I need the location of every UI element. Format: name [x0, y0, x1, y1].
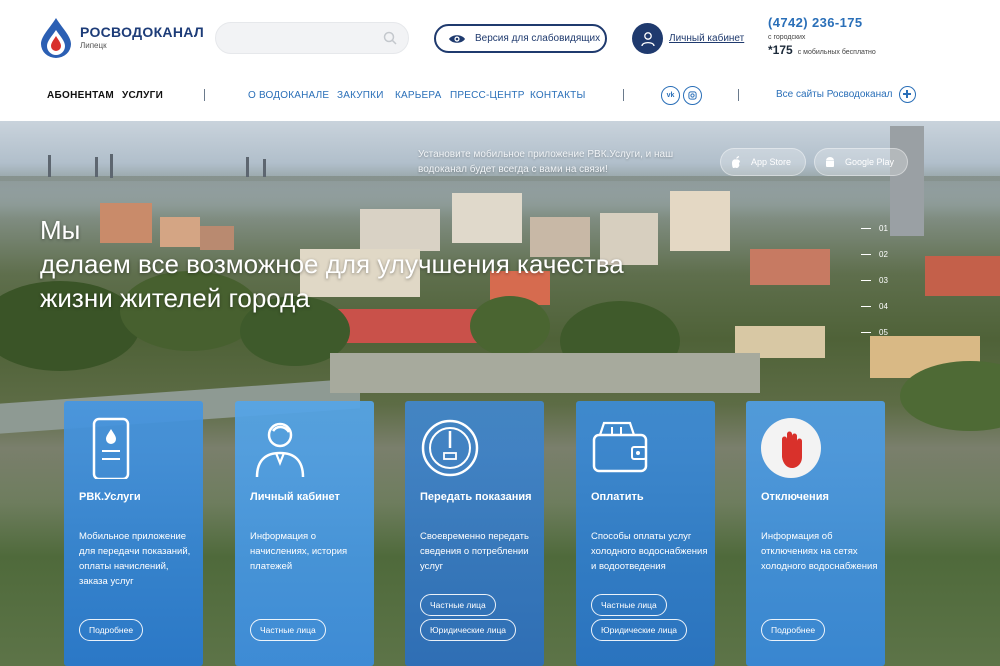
app-store-label: App Store [751, 157, 792, 167]
hero-headline: Мы делаем все возможное для улучшения ка… [40, 213, 624, 315]
building [670, 191, 730, 251]
nav-divider [204, 89, 205, 101]
google-play-button[interactable]: Google Play [814, 148, 908, 176]
app-promo-text: Установите мобильное приложение РВК.Услу… [418, 149, 674, 175]
card-outages[interactable]: Отключения Информация об отключениях на … [746, 401, 885, 666]
nav-divider [623, 89, 624, 101]
card-description: Мобильное приложение для передачи показа… [79, 531, 191, 587]
instagram-icon[interactable] [683, 86, 702, 105]
wallet-icon [592, 421, 648, 473]
nav-services[interactable]: УСЛУГИ [122, 90, 163, 101]
slide-dot[interactable]: 02 [861, 250, 888, 259]
search-icon[interactable] [383, 31, 397, 45]
details-button[interactable]: Подробнее [79, 619, 144, 641]
card-description: Своевременно передать сведения о потребл… [420, 531, 529, 572]
slide-dot[interactable]: 04 [861, 302, 888, 311]
personal-account-link[interactable]: Личный кабинет [632, 23, 744, 54]
nav-press-center[interactable]: ПРЕСС-ЦЕНТР [450, 90, 525, 101]
water-drop-logo-icon [41, 18, 71, 58]
short-number[interactable]: *175 [768, 43, 793, 57]
building [750, 249, 830, 285]
card-pay[interactable]: Оплатить Способы оплаты услуг холодного … [576, 401, 715, 666]
vk-icon[interactable]: vk [661, 86, 680, 105]
legal-entities-button[interactable]: Юридические лица [591, 619, 688, 641]
chimney [95, 157, 98, 177]
all-sites-label: Все сайты Росводоканал [776, 89, 893, 100]
card-title: РВК.Услуги [79, 491, 141, 503]
card-title: Отключения [761, 491, 829, 503]
personal-account-label: Личный кабинет [669, 33, 745, 44]
mobile-app-icon [92, 417, 130, 479]
slide-dot[interactable]: 03 [861, 276, 888, 285]
card-rvk-services[interactable]: РВК.Услуги Мобильное приложение для пере… [64, 401, 203, 666]
card-description: Информация об отключениях на сетях холод… [761, 531, 878, 572]
card-personal-account[interactable]: Личный кабинет Информация о начислениях,… [235, 401, 374, 666]
nav-about[interactable]: О ВОДОКАНАЛЕ [248, 90, 329, 101]
brand-name: РОСВОДОКАНАЛ [80, 24, 204, 40]
phone-number[interactable]: (4742) 236-175 [768, 15, 928, 30]
nav-subscribers[interactable]: АБОНЕНТАМ [47, 90, 114, 101]
all-sites-link[interactable]: Все сайты Росводоканал [776, 86, 916, 103]
search-input[interactable] [216, 23, 376, 53]
search-box [215, 22, 409, 54]
card-title: Передать показания [420, 491, 532, 503]
app-store-button[interactable]: App Store [720, 148, 806, 176]
android-icon [826, 157, 834, 167]
card-description: Информация о начислениях, история платеж… [250, 531, 348, 572]
slide-dot[interactable]: 05 [861, 328, 888, 337]
apple-icon [732, 156, 740, 168]
individuals-button[interactable]: Частные лица [420, 594, 496, 616]
phone-note: с городских [768, 34, 806, 41]
card-submit-readings[interactable]: Передать показания Своевременно передать… [405, 401, 544, 666]
building [890, 126, 924, 236]
chimney [48, 155, 51, 177]
chimney [263, 159, 266, 177]
card-description: Способы оплаты услуг холодного водоснабж… [591, 531, 708, 572]
chimney [110, 154, 113, 178]
main-navigation: АБОНЕНТАМ УСЛУГИ О ВОДОКАНАЛЕ ЗАКУПКИ КА… [0, 86, 1000, 108]
slide-dot[interactable]: 01 [861, 224, 888, 233]
short-number-note: с мобильных бесплатно [797, 49, 876, 56]
nav-divider [738, 89, 739, 101]
logo[interactable]: РОСВОДОКАНАЛ Липецк [38, 14, 208, 60]
accessibility-label: Версия для слабовидящих [475, 33, 601, 44]
brand-city: Липецк [80, 41, 107, 50]
user-avatar-icon [632, 23, 663, 54]
nav-purchases[interactable]: ЗАКУПКИ [337, 90, 384, 101]
contact-phones: (4742) 236-175 с городских *175 с мобиль… [768, 15, 928, 57]
square [330, 353, 760, 393]
building [925, 256, 1000, 296]
stop-hand-icon [761, 418, 821, 478]
plus-icon [898, 86, 916, 103]
headline-line-3: жизни жителей города [40, 283, 310, 313]
card-title: Личный кабинет [250, 491, 340, 503]
meter-icon [421, 419, 479, 477]
card-title: Оплатить [591, 491, 644, 503]
site-header: РОСВОДОКАНАЛ Липецк Версия для слабовидя… [0, 0, 1000, 121]
headline-line-2: делаем все возможное для улучшения качес… [40, 249, 624, 279]
nav-career[interactable]: КАРЬЕРА [395, 90, 441, 101]
accessibility-button[interactable]: Версия для слабовидящих [434, 24, 607, 53]
chimney [246, 157, 249, 177]
eye-icon [449, 34, 465, 43]
individuals-button[interactable]: Частные лица [250, 619, 326, 641]
headline-line-1: Мы [40, 215, 81, 245]
nav-contacts[interactable]: КОНТАКТЫ [530, 90, 586, 101]
details-button[interactable]: Подробнее [761, 619, 826, 641]
google-play-label: Google Play [845, 157, 895, 167]
individuals-button[interactable]: Частные лица [591, 594, 667, 616]
user-icon [255, 422, 305, 478]
legal-entities-button[interactable]: Юридические лица [420, 619, 517, 641]
